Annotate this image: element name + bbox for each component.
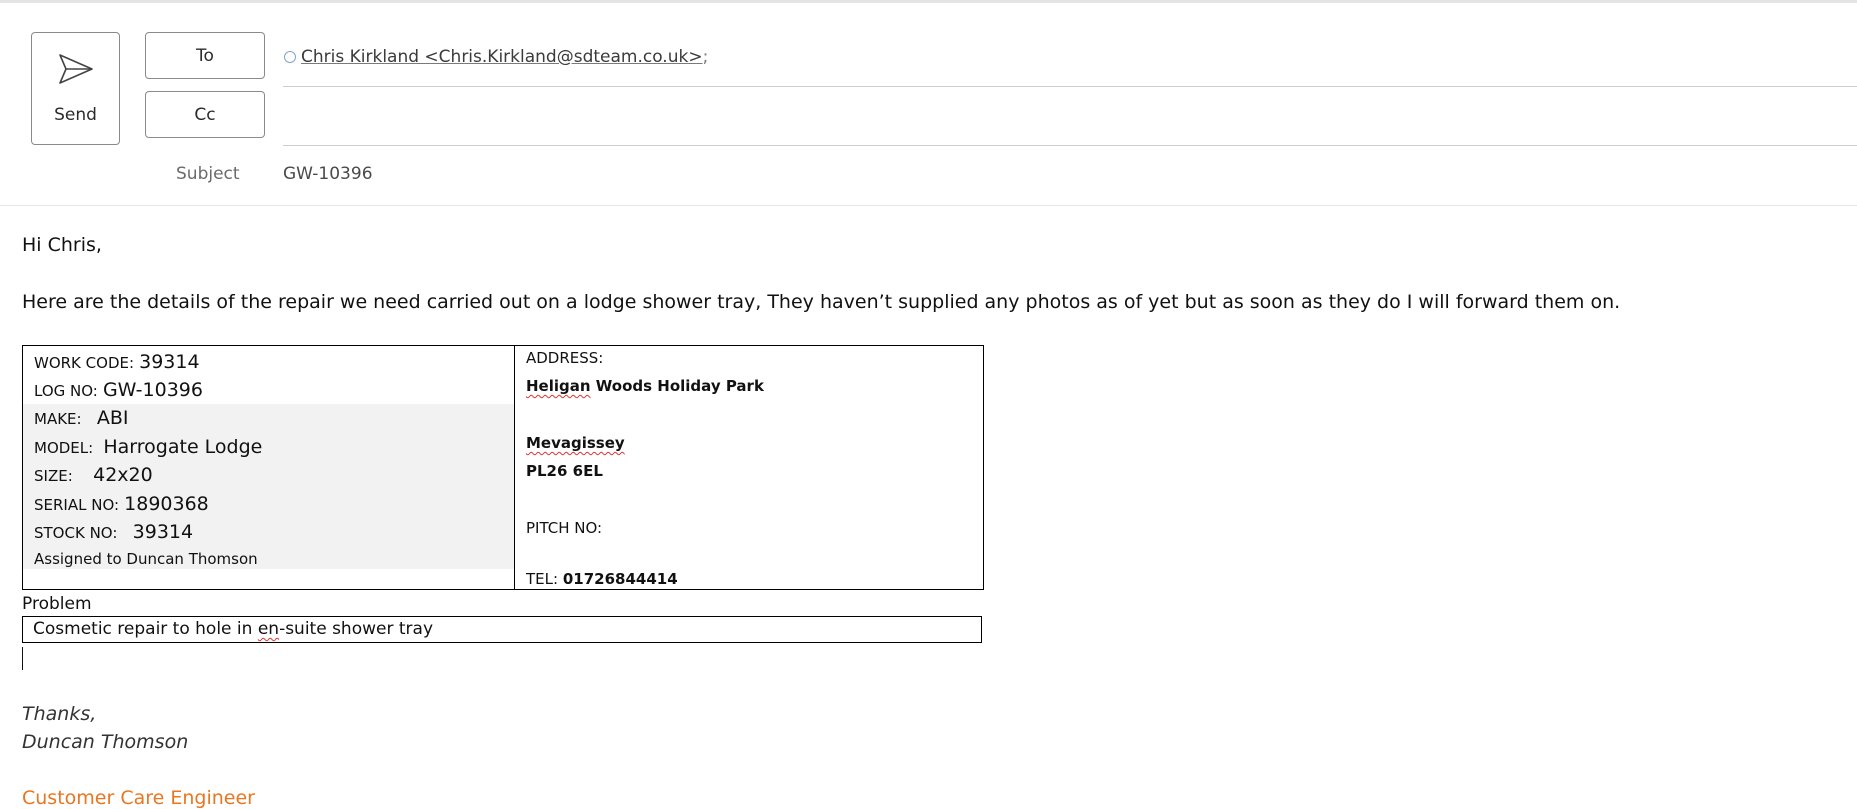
address-postcode: PL26 6EL: [526, 462, 603, 480]
address-label: ADDRESS:: [526, 349, 604, 367]
greeting: Hi Chris,: [22, 234, 102, 256]
signer-role: Customer Care Engineer: [22, 787, 255, 809]
cc-field[interactable]: [283, 145, 1857, 146]
top-border: [0, 0, 1857, 3]
recipient-separator: ;: [702, 47, 709, 67]
cc-button[interactable]: Cc: [145, 91, 265, 138]
text-caret[interactable]: [22, 647, 23, 670]
intro-paragraph: Here are the details of the repair we ne…: [22, 291, 1621, 313]
details-table: WORK CODE: 39314 LOG NO: GW-10396 MAKE: …: [22, 345, 984, 590]
problem-box: Cosmetic repair to hole in en-suite show…: [22, 616, 982, 643]
presence-circle-icon: [284, 51, 296, 63]
model-row: MODEL: Harrogate Lodge: [34, 436, 263, 458]
sign-off: Thanks,: [22, 703, 97, 725]
address-town: Mevagissey: [526, 434, 625, 452]
to-button[interactable]: To: [145, 32, 265, 79]
log-no-row: LOG NO: GW-10396: [34, 379, 203, 401]
send-button[interactable]: Send: [31, 32, 120, 145]
header-divider: [0, 205, 1857, 206]
table-column-divider: [514, 346, 515, 589]
subject-input[interactable]: GW-10396: [283, 164, 373, 184]
tel-row: TEL: 01726844414: [526, 570, 678, 588]
work-code-row: WORK CODE: 39314: [34, 351, 200, 373]
address-park: Heligan Woods Holiday Park: [526, 377, 764, 395]
paper-plane-icon: [59, 54, 93, 84]
problem-label: Problem: [22, 594, 92, 614]
signer-name: Duncan Thomson: [22, 731, 189, 753]
recipient-chip[interactable]: Chris Kirkland <Chris.Kirkland@sdteam.co…: [301, 47, 703, 67]
to-field-underline: [283, 86, 1857, 87]
serial-no-row: SERIAL NO: 1890368: [34, 493, 209, 515]
to-field[interactable]: Chris Kirkland <Chris.Kirkland@sdteam.co…: [284, 47, 708, 67]
stock-no-row: STOCK NO: 39314: [34, 521, 194, 543]
assigned-row: Assigned to Duncan Thomson: [34, 550, 258, 568]
make-row: MAKE: ABI: [34, 407, 129, 429]
send-label: Send: [54, 105, 97, 125]
size-row: SIZE: 42x20: [34, 464, 153, 486]
subject-label: Subject: [176, 164, 240, 184]
pitch-no-label: PITCH NO:: [526, 519, 603, 537]
